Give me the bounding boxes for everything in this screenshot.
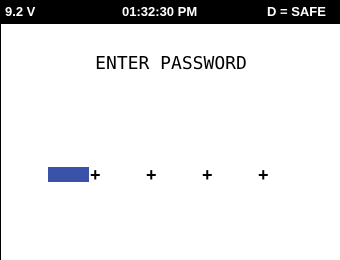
password-digit-2[interactable]: + — [146, 164, 157, 186]
password-input-cursor[interactable] — [48, 167, 89, 182]
prompt-title: ENTER PASSWORD — [95, 53, 247, 74]
battery-voltage: 9.2 V — [5, 4, 36, 19]
password-digit-4[interactable]: + — [258, 164, 269, 186]
device-screen: 9.2 V 01:32:30 PM D = SAFE ENTER PASSWOR… — [0, 0, 340, 260]
password-digit-3[interactable]: + — [202, 164, 213, 186]
password-digit-1[interactable]: + — [90, 164, 101, 186]
clock-time: 01:32:30 PM — [122, 4, 198, 19]
mode-indicator: D = SAFE — [267, 4, 326, 19]
status-bar: 9.2 V 01:32:30 PM D = SAFE — [1, 0, 340, 24]
